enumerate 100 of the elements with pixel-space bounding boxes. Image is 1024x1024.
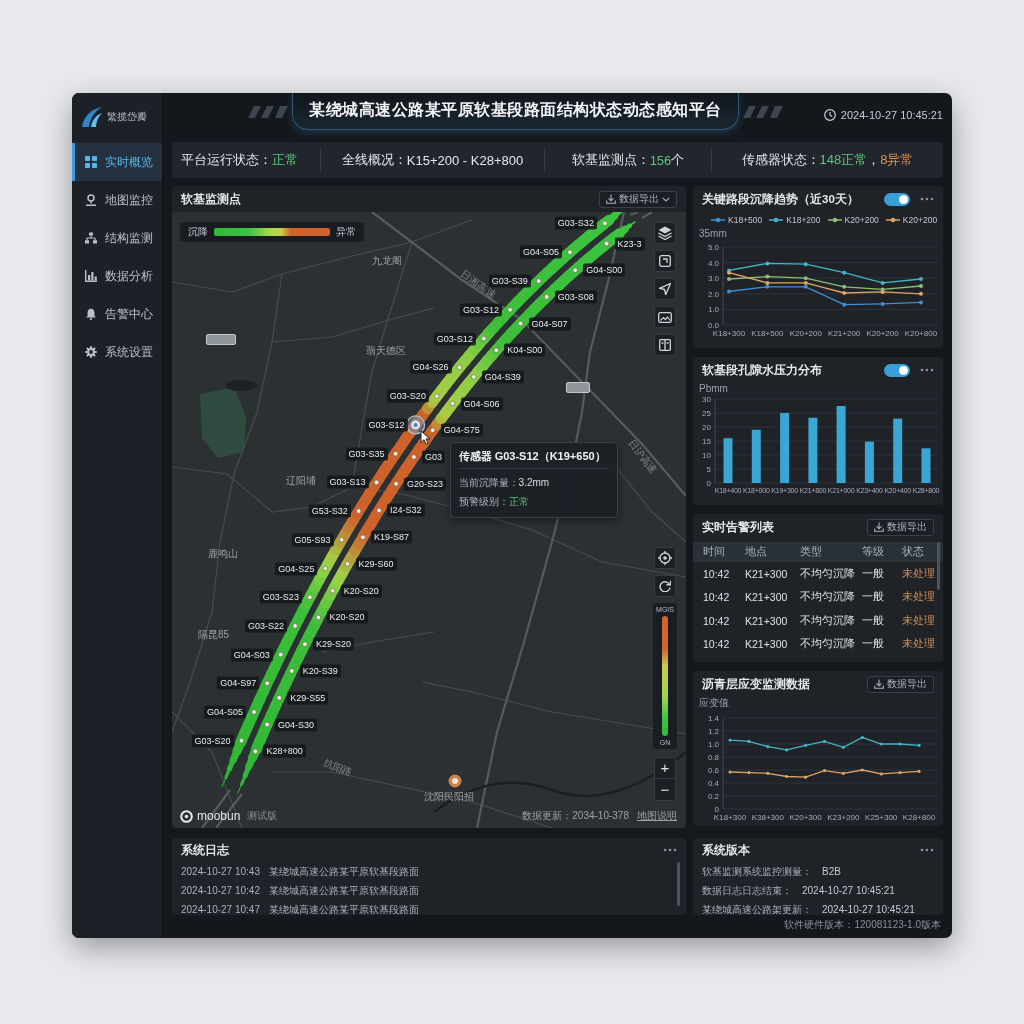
sensor-label[interactable]: G03-S12 [365, 418, 408, 432]
frame-button[interactable] [654, 250, 676, 272]
more-icon[interactable] [920, 848, 934, 852]
sensor-label[interactable]: G03-S13 [326, 475, 369, 489]
sensor-dot-icon[interactable] [604, 241, 610, 247]
sidebar-item[interactable]: 结构监测 [72, 219, 162, 257]
sensor-label[interactable]: G03-S22 [245, 619, 288, 633]
sensor-label[interactable]: K29-S60 [355, 557, 397, 571]
sensor-dot-icon[interactable] [572, 267, 578, 273]
sensor-dot-icon[interactable] [302, 641, 308, 647]
sensor-label[interactable]: G05-S93 [291, 533, 334, 547]
sidebar-item[interactable]: 告警中心 [72, 295, 162, 333]
sensor-dot-icon[interactable] [518, 320, 524, 327]
scrollbar[interactable] [937, 542, 940, 590]
sidebar-item[interactable]: 数据分析 [72, 257, 162, 295]
navigate-button[interactable] [654, 278, 676, 300]
sensor-label[interactable]: G53-S32 [308, 504, 351, 518]
sensor-label[interactable]: G03-S23 [259, 590, 302, 604]
locate-button[interactable] [654, 547, 676, 569]
layers-button[interactable] [654, 222, 676, 244]
sensor-dot-icon[interactable] [344, 561, 351, 567]
sensor-label[interactable]: G04-S00 [583, 263, 626, 277]
sensor-label[interactable]: G04-S05 [204, 705, 247, 719]
sidebar-item[interactable]: 实时概览 [72, 143, 162, 181]
sensor-dot-icon[interactable] [374, 479, 380, 485]
sensor-label[interactable]: G04-S26 [409, 360, 452, 374]
toggle-switch[interactable] [884, 192, 910, 206]
sensor-dot-icon[interactable] [536, 278, 542, 284]
sensor-label[interactable]: K23-3 [614, 237, 645, 251]
picture-button[interactable] [654, 306, 676, 328]
sensor-dot-icon[interactable] [567, 249, 573, 255]
sensor-dot-icon[interactable] [356, 508, 362, 514]
sensor-dot-icon[interactable] [430, 427, 436, 433]
sensor-dot-icon[interactable] [339, 537, 345, 543]
sensor-label[interactable]: K29-S55 [287, 691, 329, 705]
sensor-label[interactable]: G03-S39 [488, 274, 531, 288]
sensor-dot-icon[interactable] [393, 451, 399, 457]
sensor-label[interactable]: K19-S87 [370, 530, 412, 544]
sensor-dot-icon[interactable] [264, 722, 270, 728]
sensor-dot-icon[interactable] [450, 400, 456, 407]
sensor-label[interactable]: K20-S20 [326, 610, 368, 624]
sensor-dot-icon[interactable] [292, 623, 298, 629]
sensor-label[interactable]: G04-S07 [528, 317, 571, 330]
sensor-dot-icon[interactable] [330, 588, 336, 594]
sensor-label[interactable]: K20-S20 [340, 584, 382, 598]
sensor-dot-icon[interactable] [602, 220, 608, 226]
sensor-label[interactable]: G04-S06 [460, 397, 503, 410]
sensor-dot-icon[interactable] [276, 695, 282, 701]
sensor-label[interactable]: G04-S97 [217, 676, 260, 690]
sensor-label[interactable]: G04-S03 [230, 648, 273, 662]
sensor-label[interactable]: G03-S20 [386, 389, 429, 403]
sensor-dot-icon[interactable] [264, 680, 270, 686]
split-view-button[interactable] [654, 334, 676, 356]
sensor-label[interactable]: G03-S32 [554, 216, 597, 230]
sensor-label[interactable]: G03-S20 [191, 734, 234, 748]
sidebar-item[interactable]: 系统设置 [72, 333, 162, 371]
sensor-label[interactable]: G04-S75 [440, 423, 483, 437]
poi-icon[interactable] [448, 774, 462, 788]
sensor-label[interactable]: K04-S00 [504, 343, 546, 357]
map-note-link[interactable]: 地图说明 [637, 809, 677, 823]
sensor-dot-icon[interactable] [252, 748, 258, 754]
sensor-label[interactable]: G04-S25 [275, 562, 318, 576]
sensor-dot-icon[interactable] [307, 594, 313, 600]
sensor-label[interactable]: G04-S39 [481, 370, 524, 384]
sensor-label[interactable]: G03-S12 [433, 332, 476, 346]
export-button[interactable]: 数据导出 [867, 675, 934, 693]
scrollbar[interactable] [677, 862, 680, 906]
toggle-switch[interactable] [884, 363, 910, 377]
sensor-dot-icon[interactable] [376, 507, 382, 513]
sensor-dot-icon[interactable] [360, 534, 366, 540]
sensor-dot-icon[interactable] [278, 652, 284, 658]
sensor-dot-icon[interactable] [456, 364, 463, 370]
sensor-dot-icon[interactable] [315, 614, 322, 620]
more-icon[interactable] [920, 368, 934, 372]
sensor-dot-icon[interactable] [238, 738, 245, 744]
sensor-label[interactable]: I24-S32 [387, 503, 425, 517]
sensor-dot-icon[interactable] [507, 307, 513, 313]
sensor-dot-icon[interactable] [544, 294, 550, 300]
sensor-dot-icon[interactable] [434, 393, 440, 399]
sensor-dot-icon[interactable] [411, 454, 417, 460]
export-button[interactable]: 数据导出 [599, 190, 677, 208]
sensor-label[interactable]: K20-S39 [299, 664, 341, 678]
sensor-label[interactable]: G03 [421, 450, 445, 464]
zoom-in-button[interactable]: + [654, 757, 676, 779]
sensor-dot-icon[interactable] [481, 336, 487, 342]
sensor-label[interactable]: G20-S23 [404, 477, 447, 491]
refresh-button[interactable] [654, 575, 676, 597]
selected-sensor-marker-icon[interactable] [406, 415, 426, 435]
zoom-out-button[interactable]: − [654, 779, 676, 801]
sensor-dot-icon[interactable] [471, 374, 477, 380]
more-icon[interactable] [663, 848, 677, 852]
sensor-label[interactable]: G03-S35 [345, 447, 388, 461]
sensor-label[interactable]: G04-S05 [519, 245, 562, 259]
sidebar-item[interactable]: 地图监控 [72, 181, 162, 219]
export-button[interactable]: 数据导出 [867, 518, 934, 536]
sensor-dot-icon[interactable] [289, 668, 295, 674]
sensor-dot-icon[interactable] [493, 347, 499, 353]
sensor-label[interactable]: G03-S08 [554, 290, 597, 304]
sensor-dot-icon[interactable] [322, 566, 328, 572]
sensor-label[interactable]: K29-S20 [312, 637, 354, 651]
